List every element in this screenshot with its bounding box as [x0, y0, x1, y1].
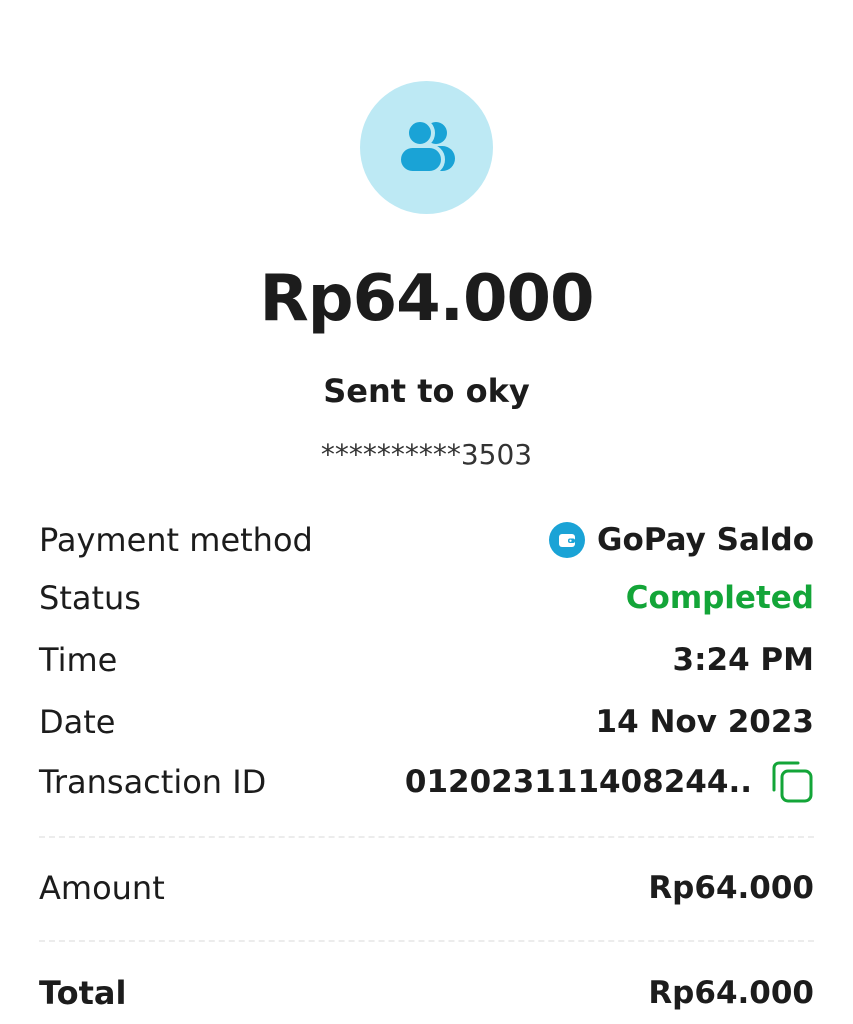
- payment-method-name: GoPay Saldo: [597, 522, 814, 558]
- detail-row-payment-method: Payment method GoPay Saldo: [39, 518, 814, 562]
- time-value: 3:24 PM: [672, 642, 814, 678]
- total-label: Total: [39, 974, 127, 1012]
- summary-row-amount: Amount Rp64.000: [39, 866, 814, 910]
- detail-row-date: Date 14 Nov 2023: [39, 700, 814, 744]
- recipient-avatar: [360, 81, 493, 214]
- users-group-icon: [396, 117, 455, 175]
- summary-row-total: Total Rp64.000: [39, 971, 814, 1015]
- status-value: Completed: [625, 580, 814, 616]
- total-value: Rp64.000: [648, 975, 814, 1011]
- detail-row-transaction-id: Transaction ID 012023111408244..: [39, 760, 814, 804]
- payment-method-label: Payment method: [39, 521, 313, 559]
- transaction-id-text: 012023111408244..: [404, 764, 752, 800]
- wallet-icon: [549, 522, 586, 558]
- transaction-id-label: Transaction ID: [39, 763, 267, 801]
- date-value: 14 Nov 2023: [595, 704, 814, 740]
- payment-method-value: GoPay Saldo: [549, 522, 814, 558]
- section-divider: [39, 836, 814, 838]
- status-label: Status: [39, 579, 141, 617]
- detail-row-status: Status Completed: [39, 576, 814, 620]
- detail-row-time: Time 3:24 PM: [39, 638, 814, 682]
- transaction-id-value: 012023111408244..: [405, 760, 814, 804]
- time-label: Time: [39, 641, 118, 679]
- section-divider: [39, 940, 814, 942]
- transfer-amount: Rp64.000: [259, 262, 594, 336]
- amount-label: Amount: [39, 869, 165, 907]
- recipient-name: Sent to oky: [323, 372, 530, 410]
- amount-value: Rp64.000: [648, 870, 814, 906]
- date-label: Date: [39, 703, 116, 741]
- recipient-account-number: **********3503: [320, 438, 533, 471]
- copy-icon[interactable]: [770, 760, 814, 804]
